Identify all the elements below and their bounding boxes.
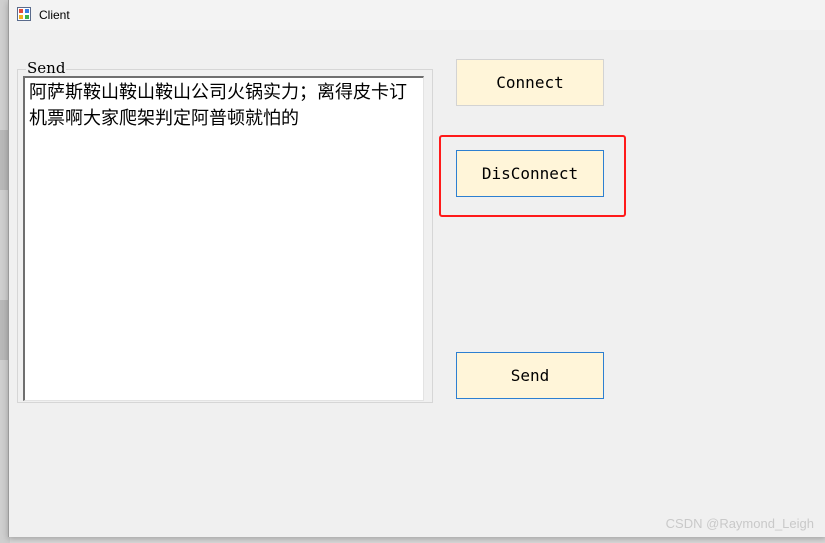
connect-button[interactable]: Connect	[456, 59, 604, 106]
window-title: Client	[39, 8, 70, 22]
send-button[interactable]: Send	[456, 352, 604, 399]
app-form-icon	[17, 7, 31, 21]
title-bar[interactable]: Client	[9, 0, 825, 30]
send-group-label: Send	[26, 59, 67, 77]
watermark: CSDN @Raymond_Leigh	[665, 516, 814, 531]
send-textarea[interactable]: 阿萨斯鞍山鞍山鞍山公司火锅实力；离得皮卡订机票啊大家爬架判定阿普顿就怕的	[23, 76, 424, 401]
client-window: Client Send 阿萨斯鞍山鞍山鞍山公司火锅实力；离得皮卡订机票啊大家爬架…	[8, 0, 825, 537]
disconnect-button[interactable]: DisConnect	[456, 150, 604, 197]
